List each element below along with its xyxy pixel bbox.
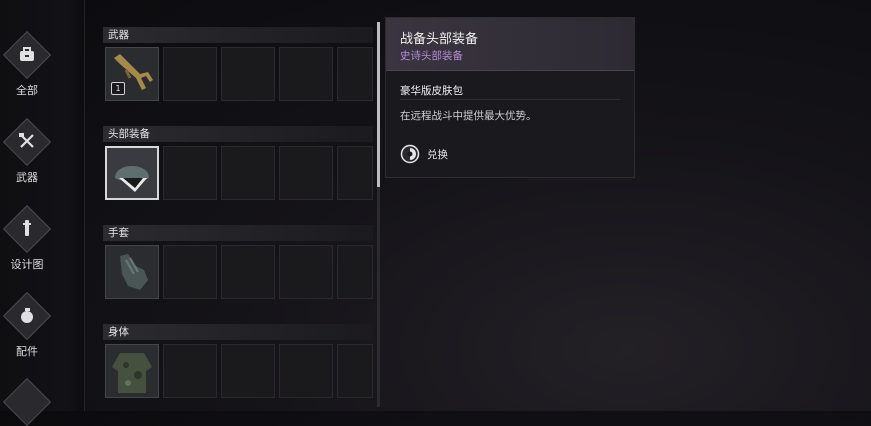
- weapon-slot-rifle[interactable]: 1: [105, 47, 159, 101]
- category-header-gloves: 手套: [103, 225, 373, 241]
- empty-slot[interactable]: [337, 245, 373, 299]
- nav-diamond: [2, 377, 52, 426]
- category-header-body: 身体: [103, 324, 373, 340]
- nav-item-weapons[interactable]: 武器: [0, 117, 56, 184]
- item-detail-panel: 战备头部装备 史诗头部装备 豪华版皮肤包 在远程战斗中提供最大优势。 兑换: [385, 17, 635, 178]
- empty-slot[interactable]: [163, 47, 217, 101]
- grenade-icon: [10, 298, 44, 332]
- empty-slot[interactable]: [221, 146, 275, 200]
- nav-label: 配件: [16, 345, 38, 358]
- category-header-weapons: 武器: [103, 27, 373, 43]
- category-header-headgear: 头部装备: [103, 126, 373, 142]
- blueprint-icon: [10, 211, 44, 245]
- redeem-prompt-icon: [400, 144, 420, 164]
- nav-item-blueprints[interactable]: 设计图: [0, 204, 56, 271]
- nav-item-all[interactable]: 全部: [0, 30, 56, 97]
- empty-slot[interactable]: [279, 245, 333, 299]
- headgear-slot-helmet[interactable]: [105, 146, 159, 200]
- empty-slot[interactable]: [337, 146, 373, 200]
- empty-slot[interactable]: [337, 47, 373, 101]
- category-nav-rail: 全部 武器 设计图 配件: [0, 0, 85, 426]
- empty-slot[interactable]: [279, 344, 333, 398]
- crossed-weapons-icon: [10, 124, 44, 158]
- redeem-button[interactable]: 兑换: [400, 143, 448, 165]
- skin-pack-name: 豪华版皮肤包: [400, 85, 463, 97]
- empty-slot[interactable]: [221, 344, 275, 398]
- grid-scrollbar[interactable]: [377, 22, 380, 407]
- bag-icon: [10, 37, 44, 71]
- item-title: 战备头部装备: [400, 32, 479, 47]
- nav-label: 设计图: [10, 258, 44, 271]
- item-grid: 武器 1 头部装备 手套 身体: [100, 22, 375, 411]
- divider: [400, 99, 620, 100]
- nav-label: 武器: [16, 171, 38, 184]
- gloves-slot[interactable]: [105, 245, 159, 299]
- scrollbar-thumb[interactable]: [377, 22, 380, 187]
- helmet-icon: [115, 166, 149, 192]
- empty-slot[interactable]: [221, 245, 275, 299]
- empty-slot[interactable]: [279, 146, 333, 200]
- redeem-label: 兑换: [427, 148, 448, 161]
- item-rarity: 史诗头部装备: [400, 50, 463, 62]
- nav-item-attachments[interactable]: 配件: [0, 291, 56, 358]
- nav-label: 全部: [16, 84, 38, 97]
- item-description: 在远程战斗中提供最大优势。: [400, 110, 537, 122]
- count-badge: 1: [111, 82, 125, 95]
- empty-slot[interactable]: [163, 146, 217, 200]
- nav-item-more[interactable]: [0, 377, 56, 426]
- empty-slot[interactable]: [337, 344, 373, 398]
- empty-slot[interactable]: [279, 47, 333, 101]
- gloves-icon: [120, 254, 148, 290]
- empty-slot[interactable]: [163, 245, 217, 299]
- jacket-icon: [112, 353, 152, 393]
- empty-slot[interactable]: [163, 344, 217, 398]
- empty-slot[interactable]: [221, 47, 275, 101]
- detail-header: 战备头部装备 史诗头部装备: [386, 18, 634, 71]
- body-slot-jacket[interactable]: [105, 344, 159, 398]
